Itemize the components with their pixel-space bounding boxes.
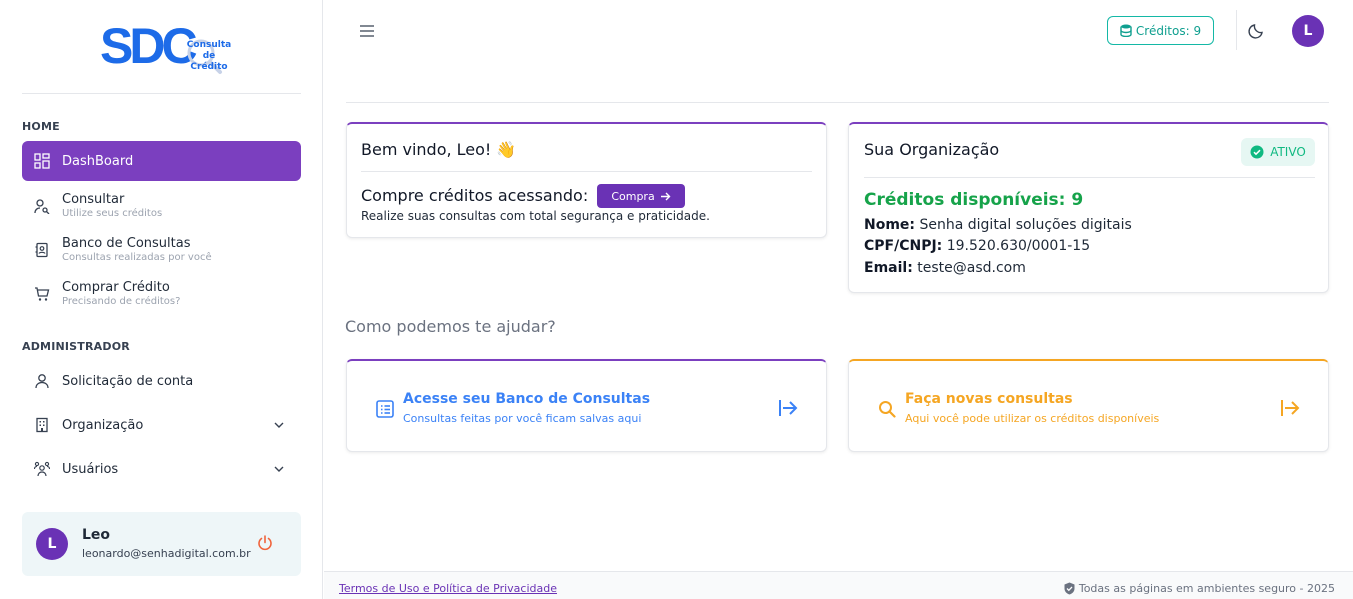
action-card-title: Faça novas consultas [905,391,1073,407]
shield-check-icon [1064,582,1075,595]
compra-button[interactable]: Compra [597,184,685,208]
org-doc-row: CPF/CNPJ: 19.520.630/0001-15 [864,238,1090,254]
user-icon [34,373,50,389]
footer: Termos de Uso e Política de Privacidade … [324,571,1353,599]
welcome-card: Bem vindo, Leo! 👋 Compre créditos acessa… [346,122,827,238]
sidebar-item-label: Consultar [62,191,125,207]
welcome-title: Bem vindo, Leo! 👋 [361,140,517,159]
secure-notice-text: Todas as páginas em ambientes seguro - 2… [1078,582,1335,595]
section-admin-label: ADMINISTRADOR [22,340,130,353]
card-divider [864,177,1315,178]
header-separator [346,102,1329,103]
menu-icon[interactable] [358,22,376,40]
help-title: Como podemos te ajudar? [345,317,556,336]
arrow-right-to-bar-icon [779,400,798,416]
org-email-value: teste@asd.com [917,260,1026,276]
user-name: Leo [82,527,111,543]
user-profile-card: L Leo leonardo@senhadigital.com.br [22,512,301,576]
sidebar-item-label: DashBoard [62,153,134,169]
list-icon [376,400,394,418]
sidebar-item-sublabel: Utilize seus créditos [62,207,163,219]
sidebar-item-label: Organização [62,417,144,433]
org-name-value: Senha digital soluções digitais [919,217,1132,233]
search-icon [879,401,896,418]
sidebar-item-banco-consultas[interactable]: Banco de Consultas Consultas realizadas … [22,234,301,266]
available-credits: Créditos disponíveis: 9 [864,190,1084,210]
action-card-title: Acesse seu Banco de Consultas [403,391,651,407]
logo-tagline-line2: de Crédito [190,51,228,72]
org-name-label: Nome: [864,217,916,233]
building-icon [34,417,50,433]
organization-card: Sua Organização ATIVO Créditos disponíve… [848,122,1329,293]
database-icon [1120,24,1132,37]
sidebar-item-usuarios[interactable]: Usuários [22,458,301,480]
org-doc-label: CPF/CNPJ: [864,238,943,254]
credits-button-label: Créditos: 9 [1135,23,1202,38]
dashboard-icon [34,153,50,169]
secure-notice: Todas as páginas em ambientes seguro - 2… [1063,582,1335,595]
users-icon [34,461,50,477]
org-email-label: Email: [864,260,913,276]
status-badge-label: ATIVO [1270,145,1306,159]
sidebar-item-label: Usuários [62,461,119,477]
contacts-book-icon [34,242,50,258]
sidebar-item-consultar[interactable]: Consultar Utilize seus créditos [22,190,301,222]
header-divider [1236,10,1237,50]
sidebar: SDC Consulta de Crédito HOME DashBoard C… [0,0,323,599]
action-card-subtitle: Aqui você pode utilizar os créditos disp… [905,412,1160,425]
sidebar-item-label: Solicitação de conta [62,373,194,389]
terms-link[interactable]: Termos de Uso e Política de Privacidade [339,582,557,595]
check-circle-icon [1250,145,1264,159]
header-avatar[interactable]: L [1292,15,1324,47]
sidebar-item-solicitacao-conta[interactable]: Solicitação de conta [22,370,301,392]
sidebar-item-comprar-credito[interactable]: Comprar Crédito Precisando de créditos? [22,278,301,310]
power-icon[interactable] [256,534,274,552]
sidebar-divider [22,93,301,94]
avatar[interactable]: L [36,528,68,560]
novas-consultas-card[interactable]: Faça novas consultas Aqui você pode util… [848,359,1329,452]
sidebar-item-sublabel: Precisando de créditos? [62,295,181,307]
org-email-row: Email: teste@asd.com [864,260,1026,276]
sidebar-item-organizacao[interactable]: Organização [22,414,301,436]
sidebar-item-sublabel: Consultas realizadas por você [62,251,212,263]
sidebar-item-dashboard[interactable]: DashBoard [22,141,301,181]
credits-button[interactable]: Créditos: 9 [1107,16,1214,45]
sidebar-item-label: Banco de Consultas [62,235,191,251]
user-search-icon [34,198,50,214]
logo-tagline: Consulta de Crédito [184,40,234,73]
logo[interactable]: SDC Consulta de Crédito [100,18,231,80]
welcome-description: Realize suas consultas com total seguran… [361,209,710,223]
sidebar-item-label: Comprar Crédito [62,279,170,295]
status-badge: ATIVO [1241,138,1315,166]
card-divider [361,171,812,172]
organization-title: Sua Organização [864,140,1000,159]
moon-icon[interactable] [1248,21,1266,39]
banco-consultas-card[interactable]: Acesse seu Banco de Consultas Consultas … [346,359,827,452]
compra-button-label: Compra [611,189,655,203]
org-name-row: Nome: Senha digital soluções digitais [864,217,1132,233]
chevron-down-icon[interactable] [273,419,285,431]
cart-icon [34,286,50,302]
chevron-down-icon[interactable] [273,463,285,475]
arrow-right-icon [660,192,671,200]
buy-credits-text: Compre créditos acessando: [361,186,589,205]
section-home-label: HOME [22,120,60,133]
org-doc-value: 19.520.630/0001-15 [946,238,1091,254]
user-email: leonardo@senhadigital.com.br [82,547,251,560]
logo-text: SDC [100,18,198,74]
arrow-right-to-bar-icon [1281,400,1300,416]
app: SDC Consulta de Crédito HOME DashBoard C… [0,0,1353,599]
logo-tagline-line1: Consulta [186,40,232,50]
action-card-subtitle: Consultas feitas por você ficam salvas a… [403,412,642,425]
